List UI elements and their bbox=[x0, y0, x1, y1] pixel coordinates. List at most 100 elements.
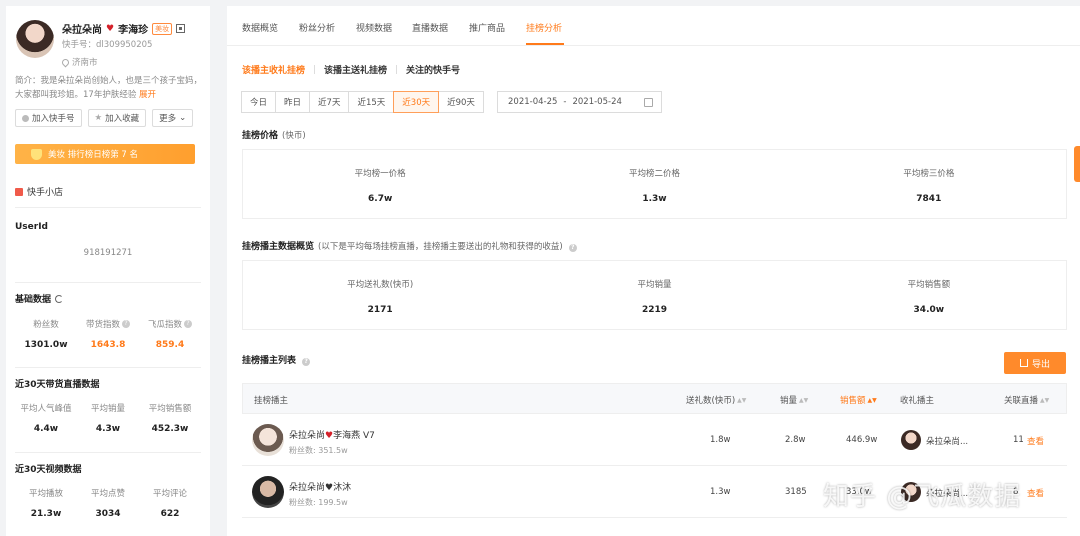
date-yesterday-button[interactable]: 昨日 bbox=[275, 91, 311, 113]
qrcode-icon[interactable] bbox=[176, 24, 186, 33]
streamer-fans: 粉丝数: 199.5w bbox=[289, 498, 348, 507]
sort-icon: ▲▼ bbox=[867, 396, 877, 404]
stat-label: 平均评论 bbox=[152, 489, 187, 499]
intro-text: 简介：我是朵拉朵尚创始人，也是三个孩子宝妈，大家都叫我珍姐。17年护肤经验 bbox=[15, 76, 203, 100]
tab-fans[interactable]: 粉丝分析 bbox=[299, 21, 335, 34]
add-kuaishou-button[interactable]: 加入快手号 bbox=[15, 109, 82, 127]
date-30d-button[interactable]: 近30天 bbox=[393, 91, 440, 113]
avatar[interactable] bbox=[252, 476, 284, 508]
stat-value: 3034 bbox=[95, 509, 121, 519]
userid-title: UserId bbox=[15, 222, 48, 232]
metric-value: 1.3w bbox=[642, 194, 667, 204]
stat-value: 4.3w bbox=[95, 424, 121, 434]
side-float-tab[interactable] bbox=[1074, 146, 1080, 182]
streamer-info: 朵拉朵尚♥沐沐 粉丝数: 199.5w bbox=[289, 480, 351, 508]
date-end: 2021-05-24 bbox=[572, 97, 622, 107]
rank-banner[interactable]: 美妆 排行榜日榜第 7 名 bbox=[15, 144, 195, 164]
view-live-link[interactable]: 查看 bbox=[1027, 435, 1044, 447]
col-gifts-label: 送礼数(快币) bbox=[686, 396, 736, 406]
kuaishou-id: 快手号：dl309950205 bbox=[62, 40, 153, 50]
avatar[interactable] bbox=[252, 424, 284, 456]
video30-stats: 平均播放 21.3w 平均点赞 3034 平均评论 622 bbox=[15, 487, 201, 519]
shop-label: 快手小店 bbox=[27, 188, 64, 198]
receiver-name[interactable]: 朵拉朵尚... bbox=[926, 435, 968, 447]
date-7d-button[interactable]: 近7天 bbox=[309, 91, 350, 113]
avatar[interactable] bbox=[901, 430, 921, 450]
more-label: 更多 bbox=[159, 114, 177, 124]
stat-value: 859.4 bbox=[155, 340, 185, 350]
streamer-name[interactable]: 朵拉朵尚♥李海燕 V7 bbox=[289, 428, 375, 441]
stat-fans: 粉丝数 1301.0w bbox=[15, 318, 77, 350]
subtab-sent[interactable]: 该播主送礼挂榜 bbox=[324, 63, 387, 76]
overview-gifts: 平均送礼数(快币) 2171 bbox=[243, 278, 517, 329]
price-second: 平均榜二价格 1.3w bbox=[517, 167, 791, 218]
overview-card: 平均送礼数(快币) 2171 平均销量 2219 平均销售额 34.0w bbox=[242, 260, 1067, 330]
divider bbox=[15, 367, 201, 368]
overview-sales: 平均销量 2219 bbox=[517, 278, 791, 329]
streamer-name-text: 朵拉朵尚 bbox=[289, 431, 326, 441]
col-revenue[interactable]: 销售额 ▲▼ bbox=[840, 394, 877, 406]
stat-value: 622 bbox=[160, 509, 180, 519]
stat-avg-comments: 平均评论 622 bbox=[139, 487, 201, 519]
shop-link[interactable]: 快手小店 bbox=[15, 185, 63, 198]
date-range-picker[interactable]: 2021-04-25 - 2021-05-24 bbox=[497, 91, 662, 113]
more-button[interactable]: 更多 ⌄ bbox=[152, 109, 194, 127]
profile-panel: 朵拉朵尚 ♥ 李海珍 美妆 快手号：dl309950205 济南市 简介：我是朵… bbox=[6, 6, 210, 536]
col-revenue-label: 销售额 bbox=[840, 396, 866, 406]
stat-value: 1301.0w bbox=[24, 340, 68, 350]
date-15d-button[interactable]: 近15天 bbox=[348, 91, 395, 113]
subtab-followed[interactable]: 关注的快手号 bbox=[406, 63, 460, 76]
streamer-info: 朵拉朵尚♥李海燕 V7 粉丝数: 351.5w bbox=[289, 428, 375, 456]
basic-data-title-text: 基础数据 bbox=[15, 295, 52, 305]
location: 济南市 bbox=[60, 56, 98, 68]
col-sales[interactable]: 销量 ▲▼ bbox=[780, 394, 808, 406]
tab-overview[interactable]: 数据概览 bbox=[242, 21, 278, 34]
export-icon bbox=[1019, 359, 1028, 367]
stat-label: 平均点赞 bbox=[90, 489, 125, 499]
subtab-received[interactable]: 该播主收礼挂榜 bbox=[242, 63, 305, 76]
col-live[interactable]: 关联直播 ▲▼ bbox=[1004, 394, 1049, 406]
help-icon[interactable]: ? bbox=[568, 244, 577, 252]
avatar[interactable] bbox=[16, 20, 54, 58]
divider bbox=[15, 282, 201, 283]
col-gifts[interactable]: 送礼数(快币) ▲▼ bbox=[686, 394, 746, 406]
refresh-icon[interactable] bbox=[55, 294, 64, 303]
stat-label: 平均人气峰值 bbox=[20, 404, 72, 414]
overview-note: (以下是平均每场挂榜直播，挂榜播主要送出的礼物和获得的收益) bbox=[318, 242, 563, 252]
date-today-button[interactable]: 今日 bbox=[241, 91, 277, 113]
export-button[interactable]: 导出 bbox=[1004, 352, 1066, 374]
help-icon[interactable]: ? bbox=[302, 358, 311, 366]
stat-label: 平均销售额 bbox=[148, 404, 192, 414]
list-title-text: 挂榜播主列表 bbox=[242, 356, 297, 366]
tab-live[interactable]: 直播数据 bbox=[412, 21, 448, 34]
metric-label: 平均送礼数(快币) bbox=[347, 280, 414, 290]
date-90d-button[interactable]: 近90天 bbox=[438, 91, 484, 113]
live-count: 11 bbox=[1013, 435, 1024, 445]
metric-label: 平均销量 bbox=[637, 280, 672, 290]
help-icon[interactable]: ? bbox=[184, 320, 192, 328]
stat-avg-revenue: 平均销售额 452.3w bbox=[139, 402, 201, 434]
live30-stats: 平均人气峰值 4.4w 平均销量 4.3w 平均销售额 452.3w bbox=[15, 402, 201, 434]
price-card: 平均榜一价格 6.7w 平均榜二价格 1.3w 平均榜三价格 7841 bbox=[242, 149, 1067, 219]
live30-title: 近30天带货直播数据 bbox=[15, 380, 100, 390]
price-section-title: 挂榜价格 (快币) bbox=[242, 128, 306, 141]
tab-products[interactable]: 推广商品 bbox=[469, 21, 505, 34]
streamer-name[interactable]: 朵拉朵尚♥沐沐 bbox=[289, 480, 351, 493]
shop-icon bbox=[15, 187, 23, 196]
metric-value: 2219 bbox=[641, 305, 668, 315]
table-row[interactable]: 朵拉朵尚♥李海燕 V7 粉丝数: 351.5w 1.8w 2.8w 446.9w… bbox=[242, 414, 1067, 466]
profile-name: 朵拉朵尚 bbox=[62, 25, 102, 36]
stat-sales-index: 带货指数? 1643.8 bbox=[77, 318, 139, 350]
stat-avg-likes: 平均点赞 3034 bbox=[77, 487, 139, 519]
tab-videos[interactable]: 视频数据 bbox=[356, 21, 392, 34]
col-sales-label: 销量 bbox=[780, 396, 798, 406]
stat-label: 粉丝数 bbox=[33, 320, 59, 330]
category-badge: 美妆 bbox=[152, 22, 173, 35]
sort-icon: ▲▼ bbox=[1040, 396, 1050, 404]
help-icon[interactable]: ? bbox=[122, 320, 130, 328]
tab-ranking-analysis[interactable]: 挂榜分析 bbox=[526, 21, 562, 34]
view-live-link[interactable]: 查看 bbox=[1027, 487, 1044, 499]
sort-icon: ▲▼ bbox=[799, 396, 809, 404]
intro-expand-link[interactable]: 展开 bbox=[139, 90, 156, 100]
favorite-button[interactable]: ★ 加入收藏 bbox=[87, 109, 147, 127]
